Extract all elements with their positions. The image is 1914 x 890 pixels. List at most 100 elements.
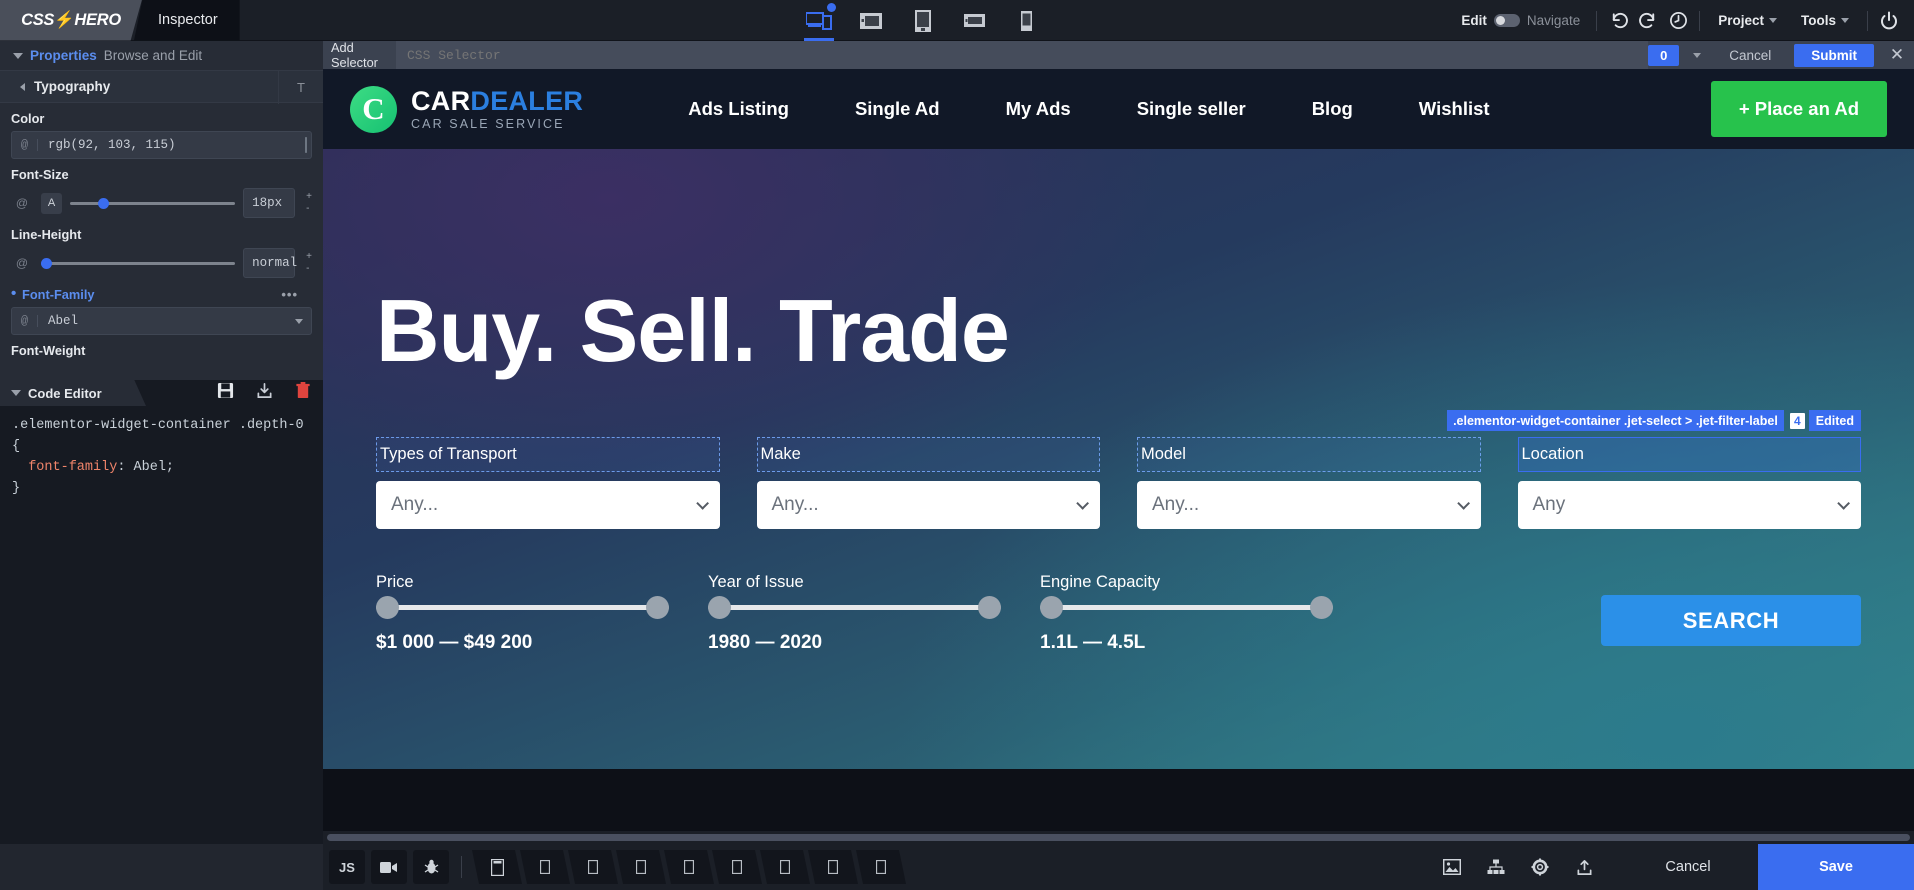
place-an-ad-button[interactable]: + Place an Ad (1710, 81, 1887, 137)
slider-knob[interactable] (41, 257, 52, 269)
range-knob-max[interactable] (1310, 596, 1333, 619)
line-height-value[interactable]: normal (243, 248, 297, 278)
power-icon[interactable] (1874, 0, 1904, 41)
range-slider-price[interactable] (376, 596, 669, 619)
line-height-slider[interactable] (41, 257, 236, 269)
breakpoint-tab-6[interactable] (712, 850, 762, 884)
cancel-button[interactable]: Cancel (1618, 844, 1758, 890)
breakpoint-tab-5[interactable] (664, 850, 714, 884)
nav-item-single-ad[interactable]: Single Ad (822, 98, 973, 120)
color-input[interactable]: @ rgb(92, 103, 115) (11, 131, 312, 159)
cssHero-logo: CSS⚡HERO (21, 10, 121, 29)
tools-menu[interactable]: Tools (1789, 0, 1861, 41)
font-size-unit-icon[interactable]: A (41, 192, 62, 214)
range-knob-max[interactable] (978, 596, 1001, 619)
device-frame-icon (540, 860, 550, 874)
breakpoint-tab-7[interactable] (760, 850, 810, 884)
section-typography[interactable]: Typography T (0, 70, 323, 104)
range-knob-min[interactable] (376, 596, 399, 619)
selector-submit-button[interactable]: Submit (1794, 43, 1874, 67)
device-mobile-button[interactable] (1008, 0, 1046, 41)
code-editor-content[interactable]: .elementor-widget-container .depth-0 { f… (0, 406, 323, 508)
nav-item-single-seller[interactable]: Single seller (1104, 98, 1279, 120)
breakpoint-tab-3[interactable] (568, 850, 618, 884)
device-desktop-button[interactable] (852, 0, 890, 41)
close-x-icon[interactable]: ✕ (1880, 45, 1914, 65)
js-console-button[interactable]: JS (329, 850, 365, 884)
code-editor-panel: Code Editor .elementor-widget-container … (0, 380, 323, 849)
font-size-stepper[interactable]: + - (306, 191, 312, 215)
filter-select-location[interactable]: Any (1517, 481, 1861, 529)
image-icon[interactable] (1430, 844, 1474, 890)
css-selector-input[interactable] (396, 41, 1649, 69)
device-tablet-landscape-button[interactable] (956, 0, 994, 41)
redo-icon[interactable] (1633, 0, 1663, 41)
range-slider-engine[interactable] (1040, 596, 1333, 619)
selector-cancel-button[interactable]: Cancel (1712, 41, 1788, 69)
export-icon[interactable] (256, 382, 273, 399)
range-knob-min[interactable] (1040, 596, 1063, 619)
filter-label-location[interactable]: Location (1517, 437, 1861, 472)
bottom-toolbar-right: Cancel Save (1430, 844, 1914, 890)
color-swatch-wrap[interactable] (305, 137, 311, 153)
filter-select-model[interactable]: Any... (1137, 481, 1481, 529)
hero-title: Buy. Sell. Trade (376, 281, 1010, 380)
bug-icon[interactable] (413, 850, 449, 884)
filter-make: Make Any... (756, 437, 1100, 529)
save-disk-icon[interactable] (217, 382, 234, 399)
device-desktop-responsive-button[interactable] (800, 0, 838, 41)
font-family-select[interactable]: @ Abel (11, 307, 312, 335)
undo-icon[interactable] (1603, 0, 1633, 41)
scrollbar-thumb[interactable] (327, 834, 1910, 841)
sitemap-icon[interactable] (1474, 844, 1518, 890)
font-family-more-icon[interactable]: ••• (281, 287, 298, 302)
range-slider-year[interactable] (708, 596, 1001, 619)
range-knob-min[interactable] (708, 596, 731, 619)
tab-inspector[interactable]: Inspector (134, 0, 240, 41)
site-logo-text[interactable]: CARDEALER CAR SALE SERVICE (411, 87, 583, 130)
range-knob-max[interactable] (646, 596, 669, 619)
line-height-stepper[interactable]: + - (306, 251, 312, 275)
project-label: Project (1718, 13, 1764, 28)
tab-inspector-label: Inspector (158, 12, 218, 28)
color-swatch[interactable] (305, 137, 307, 153)
filter-value-model: Any... (1152, 494, 1200, 515)
properties-header[interactable]: Properties Browse and Edit (0, 41, 323, 70)
gear-icon[interactable] (1518, 844, 1562, 890)
project-menu[interactable]: Project (1706, 0, 1789, 41)
breakpoint-tab-2[interactable] (520, 850, 570, 884)
selector-dropdown-button[interactable] (1682, 52, 1712, 58)
nav-item-wishlist[interactable]: Wishlist (1386, 98, 1523, 120)
filter-value-make: Any... (771, 494, 819, 515)
history-clock-icon[interactable] (1663, 0, 1693, 41)
app-brand-tab: CSS⚡HERO (0, 0, 142, 41)
chevron-down-icon (295, 318, 303, 324)
viewport-horizontal-scrollbar[interactable] (323, 831, 1914, 844)
nav-item-my-ads[interactable]: My Ads (973, 98, 1104, 120)
js-label: JS (339, 859, 355, 875)
font-size-slider[interactable] (70, 197, 236, 209)
search-button[interactable]: SEARCH (1601, 595, 1861, 646)
slider-knob[interactable] (98, 197, 110, 209)
filter-select-types-of-transport[interactable]: Any... (376, 481, 720, 529)
edit-navigate-toggle[interactable]: Edit Navigate (1451, 0, 1590, 41)
breakpoint-tab-4[interactable] (616, 850, 666, 884)
chevron-down-icon (1693, 52, 1702, 58)
breakpoint-tab-9[interactable] (856, 850, 906, 884)
video-camera-icon[interactable] (371, 850, 407, 884)
device-tablet-portrait-button[interactable] (904, 0, 942, 41)
breakpoint-tab-8[interactable] (808, 850, 858, 884)
delete-trash-icon[interactable] (295, 382, 311, 399)
save-button[interactable]: Save (1758, 844, 1914, 890)
nav-item-blog[interactable]: Blog (1279, 98, 1386, 120)
divider (1867, 10, 1868, 31)
code-editor-tab[interactable]: Code Editor (0, 380, 146, 406)
preview-viewport[interactable]: C CARDEALER CAR SALE SERVICE Ads Listing… (323, 69, 1914, 831)
export-upload-icon[interactable] (1562, 844, 1606, 890)
filter-select-make[interactable]: Any... (756, 481, 1100, 529)
breakpoint-tab-main[interactable] (472, 850, 522, 884)
font-size-value[interactable]: 18px (243, 188, 296, 218)
nav-item-ads-listing[interactable]: Ads Listing (655, 98, 822, 120)
edit-mode-switch[interactable] (1493, 14, 1520, 27)
device-frame-icon (684, 860, 694, 874)
